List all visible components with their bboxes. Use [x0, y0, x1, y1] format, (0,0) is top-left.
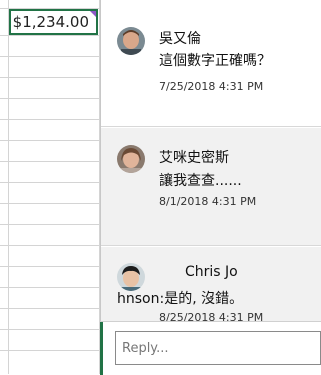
grid-line: [0, 119, 100, 120]
comment-thread-item[interactable]: Chris Jo hnson:是的, 沒錯。 8/25/2018 4:31 PM: [101, 247, 321, 327]
grid-line: [0, 245, 100, 246]
grid-line: [0, 203, 100, 204]
avatar: [117, 263, 145, 291]
comment-body: 這個數字正確嗎？: [159, 53, 271, 69]
reply-input[interactable]: [115, 331, 321, 365]
comment-indicator-icon[interactable]: [90, 11, 96, 17]
grid-line: [0, 224, 100, 225]
avatar: [117, 145, 145, 173]
avatar: [117, 27, 145, 55]
grid-line: [0, 161, 100, 162]
comments-pane: 吳又倫 這個數字正確嗎？ 7/25/2018 4:31 PM 艾咪史密斯 讓我查…: [100, 0, 321, 374]
grid-line: [0, 35, 100, 36]
reply-area: [100, 321, 321, 375]
grid-line: [0, 77, 100, 78]
accent-bar: [100, 322, 103, 375]
grid-line: [0, 350, 100, 351]
grid-line: [0, 182, 100, 183]
grid-line: [0, 56, 100, 57]
selected-cell[interactable]: $1,234.00: [9, 9, 98, 35]
comment-body: hnson:是的, 沒錯。: [117, 291, 244, 307]
comment-body: 讓我查查......: [159, 173, 242, 189]
grid-line: [0, 266, 100, 267]
grid-line: [0, 98, 100, 99]
comment-timestamp: 8/1/2018 4:31 PM: [159, 195, 257, 208]
comment-timestamp: 7/25/2018 4:31 PM: [159, 80, 264, 93]
comment-author: Chris Jo: [185, 264, 238, 280]
grid-line: [0, 308, 100, 309]
comment-thread-item[interactable]: 吳又倫 這個數字正確嗎？ 7/25/2018 4:31 PM: [101, 0, 321, 127]
comment-author: 吳又倫: [159, 31, 201, 47]
comment-thread-item[interactable]: 艾咪史密斯 讓我查查...... 8/1/2018 4:31 PM: [101, 128, 321, 246]
grid-line: [0, 329, 100, 330]
comment-author: 艾咪史密斯: [159, 150, 229, 166]
grid-line: [0, 140, 100, 141]
grid-line: [0, 287, 100, 288]
